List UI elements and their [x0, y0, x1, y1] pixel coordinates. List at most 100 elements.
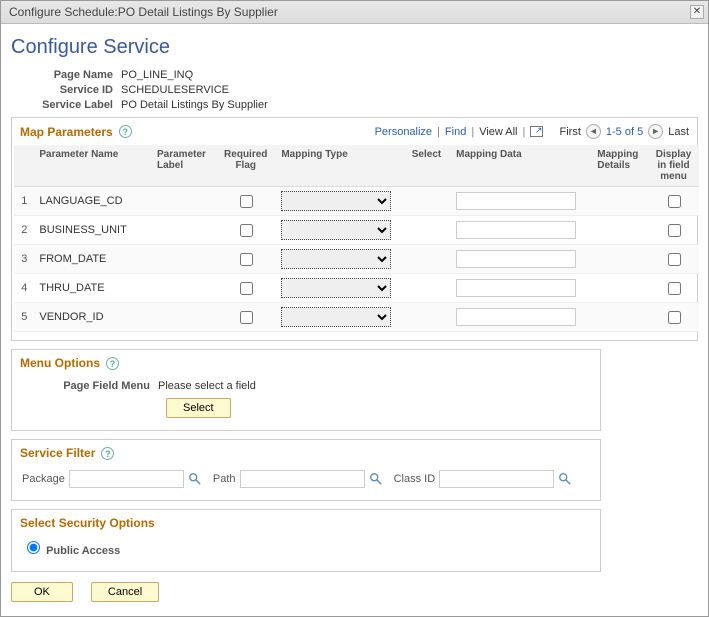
row-seq: 4 [14, 274, 33, 303]
table-row: 3FROM_DATE [14, 245, 699, 274]
grid-toolbar: Personalize | Find | View All | First ◄ … [375, 124, 689, 139]
cell-select [406, 187, 450, 216]
ok-button[interactable]: OK [11, 582, 73, 602]
view-all-text: View All [479, 126, 517, 138]
security-title: Select Security Options [20, 516, 155, 530]
mapping-data-input[interactable] [456, 308, 576, 326]
display-in-field-menu-checkbox[interactable] [668, 195, 681, 208]
mapping-data-input[interactable] [456, 250, 576, 268]
popout-icon[interactable] [530, 126, 543, 137]
mapping-data-input[interactable] [456, 221, 576, 239]
cell-parameter-label [151, 216, 216, 245]
cell-parameter-name: VENDOR_ID [33, 303, 151, 332]
display-in-field-menu-checkbox[interactable] [668, 311, 681, 324]
value-service-label: PO Detail Listings By Supplier [121, 99, 268, 111]
col-parameter-name: Parameter Name [33, 145, 151, 187]
service-filter-title: Service Filter ? [20, 446, 114, 460]
display-in-field-menu-checkbox[interactable] [668, 224, 681, 237]
cell-select [406, 274, 450, 303]
lookup-icon[interactable] [369, 472, 383, 486]
label-page-field-menu: Page Field Menu [22, 380, 158, 392]
table-row: 5VENDOR_ID [14, 303, 699, 332]
value-page-name: PO_LINE_INQ [121, 69, 193, 81]
row-seq: 3 [14, 245, 33, 274]
mapping-data-input[interactable] [456, 192, 576, 210]
cell-mapping-details [591, 303, 648, 332]
col-mapping-data: Mapping Data [450, 145, 591, 187]
cell-parameter-name: BUSINESS_UNIT [33, 216, 151, 245]
row-seq: 5 [14, 303, 33, 332]
row-counter: 1-5 of 5 [606, 126, 643, 138]
cell-parameter-label [151, 274, 216, 303]
cell-select [406, 216, 450, 245]
cell-parameter-label [151, 303, 216, 332]
value-page-field-menu: Please select a field [158, 380, 256, 392]
classid-input[interactable] [439, 470, 554, 488]
label-page-name: Page Name [11, 69, 121, 81]
required-flag-checkbox[interactable] [240, 224, 253, 237]
table-row: 1LANGUAGE_CD [14, 187, 699, 216]
cancel-button[interactable]: Cancel [91, 582, 159, 602]
find-link[interactable]: Find [445, 126, 466, 138]
help-icon[interactable]: ? [101, 447, 114, 460]
cell-select [406, 245, 450, 274]
mapping-type-select[interactable] [281, 220, 391, 240]
cell-mapping-details [591, 187, 648, 216]
required-flag-checkbox[interactable] [240, 253, 253, 266]
row-seq: 1 [14, 187, 33, 216]
lookup-icon[interactable] [188, 472, 202, 486]
select-button[interactable]: Select [166, 398, 231, 418]
col-mapping-details: Mapping Details [591, 145, 648, 187]
cell-parameter-name: THRU_DATE [33, 274, 151, 303]
cell-parameter-name: LANGUAGE_CD [33, 187, 151, 216]
cell-parameter-label [151, 187, 216, 216]
prev-icon[interactable]: ◄ [586, 124, 601, 139]
mapping-data-input[interactable] [456, 279, 576, 297]
label-path: Path [213, 473, 236, 485]
personalize-link[interactable]: Personalize [375, 126, 432, 138]
map-parameters-table: Parameter Name Parameter Label Required … [14, 145, 699, 332]
col-display-in-field-menu: Display in field menu [648, 145, 699, 187]
first-text: First [560, 126, 581, 138]
cell-parameter-label [151, 245, 216, 274]
col-mapping-type: Mapping Type [275, 145, 405, 187]
path-input[interactable] [240, 470, 365, 488]
public-access-radio[interactable] [27, 541, 40, 554]
package-input[interactable] [69, 470, 184, 488]
col-parameter-label: Parameter Label [151, 145, 216, 187]
help-icon[interactable]: ? [106, 357, 119, 370]
table-row: 2BUSINESS_UNIT [14, 216, 699, 245]
required-flag-checkbox[interactable] [240, 282, 253, 295]
required-flag-checkbox[interactable] [240, 311, 253, 324]
map-parameters-title: Map Parameters ? [20, 125, 132, 139]
public-access-option[interactable]: Public Access [22, 545, 120, 557]
mapping-type-select[interactable] [281, 278, 391, 298]
table-row: 4THRU_DATE [14, 274, 699, 303]
col-required-flag: Required Flag [216, 145, 275, 187]
label-classid: Class ID [394, 473, 436, 485]
last-text: Last [668, 126, 689, 138]
lookup-icon[interactable] [558, 472, 572, 486]
next-icon[interactable]: ► [648, 124, 663, 139]
row-seq: 2 [14, 216, 33, 245]
mapping-type-select[interactable] [281, 249, 391, 269]
label-package: Package [22, 473, 65, 485]
label-service-label: Service Label [11, 99, 121, 111]
display-in-field-menu-checkbox[interactable] [668, 253, 681, 266]
mapping-type-select[interactable] [281, 191, 391, 211]
window-title: Configure Schedule:PO Detail Listings By… [9, 5, 278, 19]
menu-options-title: Menu Options ? [20, 356, 119, 370]
window-titlebar: Configure Schedule:PO Detail Listings By… [1, 1, 708, 24]
col-select: Select [406, 145, 450, 187]
cell-mapping-details [591, 216, 648, 245]
cell-mapping-details [591, 274, 648, 303]
display-in-field-menu-checkbox[interactable] [668, 282, 681, 295]
required-flag-checkbox[interactable] [240, 195, 253, 208]
value-service-id: SCHEDULESERVICE [121, 84, 229, 96]
help-icon[interactable]: ? [119, 125, 132, 138]
mapping-type-select[interactable] [281, 307, 391, 327]
close-icon[interactable]: ✕ [690, 5, 704, 19]
cell-parameter-name: FROM_DATE [33, 245, 151, 274]
label-service-id: Service ID [11, 84, 121, 96]
col-seq [14, 145, 33, 187]
